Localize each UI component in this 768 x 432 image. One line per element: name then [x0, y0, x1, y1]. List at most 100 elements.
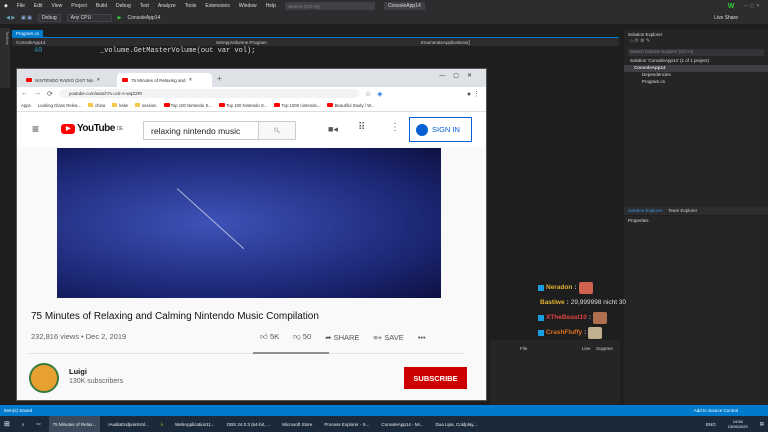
live-share-button[interactable]: Live Share	[714, 15, 738, 21]
taskbar-item-chrome-2[interactable]: IAudioEndpointVol...	[104, 416, 153, 432]
taskbar-item-vs[interactable]: ConsoleApp14 - Mi...	[377, 416, 427, 432]
window-controls[interactable]: — ▢ ✕	[743, 3, 760, 9]
divider	[27, 353, 464, 354]
tray-clock[interactable]: 14:56 13/06/2020	[724, 416, 752, 432]
start-button[interactable]: ⊞	[0, 416, 14, 432]
menu-debug[interactable]: Debug	[116, 3, 131, 9]
menu-edit[interactable]: Edit	[34, 3, 43, 9]
taskbar-item-webapp[interactable]: WebApplication11...	[171, 416, 219, 432]
col-suppress[interactable]: Suppres	[596, 346, 613, 351]
bookmark-label: Top 100 Nintendo S...	[170, 103, 212, 108]
taskbar-item-store[interactable]: Microsoft Store	[278, 416, 316, 432]
bookmark-folder[interactable]: kelw	[112, 103, 128, 108]
tab-solution-explorer[interactable]: Solution Explorer	[628, 208, 662, 213]
channel-avatar[interactable]	[29, 363, 59, 393]
se-search-input[interactable]: Search Solution Explorer (Ctrl+ü)	[628, 49, 764, 56]
taskbar-item-chrome[interactable]: 75 Minutes of Relax...	[48, 416, 101, 432]
tree-program-cs[interactable]: Program.cs	[624, 79, 768, 86]
nav-member[interactable]: EnumerateApplications()	[417, 40, 470, 45]
user-avatar[interactable]: W	[728, 3, 735, 10]
apps-grid-icon[interactable]: ⠿	[358, 122, 365, 133]
bookmark-folder[interactable]: china	[88, 103, 105, 108]
like-count: 5K	[269, 332, 280, 341]
col-line[interactable]: Line	[582, 346, 591, 351]
tree-project[interactable]: ConsoleApp14	[624, 65, 768, 72]
search-input[interactable]: relaxing nintendo music	[144, 126, 258, 136]
search-icon[interactable]: ⌕	[18, 416, 29, 432]
browser-tab-nintendo-radio[interactable]: NINTENDO RADIO (24/7 Nin ✕	[21, 73, 116, 87]
doc-tab-program[interactable]: Program.cs	[12, 30, 44, 37]
menu-analyze[interactable]: Analyze	[158, 3, 176, 9]
bookmark[interactable]: Top 100 Nintendo S...	[218, 103, 267, 108]
col-file[interactable]: File	[520, 346, 527, 351]
vs-search-input[interactable]: Search (Ctrl+Q)	[284, 2, 375, 10]
video-player[interactable]	[57, 148, 441, 298]
more-actions-icon[interactable]: •••	[418, 333, 426, 342]
window-controls[interactable]: —▢✕	[439, 72, 480, 79]
menu-tools[interactable]: Tools	[185, 3, 197, 9]
browser-tab-active[interactable]: 75 Minutes of Relaxing and ✕	[117, 73, 212, 87]
status-bar: Item(s) Saved Add to Source Control	[0, 405, 768, 416]
menu-view[interactable]: View	[52, 3, 63, 9]
extension-icon[interactable]: ◈	[377, 90, 382, 98]
save-icon[interactable]: ▣ ▣	[21, 15, 32, 21]
taskbar-lambda-icon[interactable]: λ	[157, 416, 167, 432]
forward-icon[interactable]: →	[34, 90, 41, 97]
tab-team-explorer[interactable]: Team Explorer	[668, 208, 697, 213]
notifications-icon[interactable]: ▤	[756, 416, 768, 432]
search-icon[interactable]: 🔍︎	[258, 122, 295, 139]
dislike-button[interactable]: 👎︎ 50	[293, 332, 311, 342]
video-title: 75 Minutes of Relaxing and Calming Ninte…	[31, 311, 319, 322]
tree-solution[interactable]: Solution 'ConsoleApp14' (1 of 1 project)	[624, 58, 768, 65]
star-icon[interactable]: ☆	[365, 90, 371, 98]
menu-extensions[interactable]: Extensions	[205, 3, 229, 9]
run-button[interactable]: ConsoleApp14	[128, 15, 161, 21]
bookmark-folder[interactable]: session	[134, 103, 157, 108]
menu-project[interactable]: Project	[71, 3, 87, 9]
youtube-logo[interactable]: ▶ YouTube DE	[61, 123, 123, 134]
menu-file[interactable]: File	[17, 3, 25, 9]
share-button[interactable]: ➦ SHARE	[325, 333, 359, 342]
subscribe-button[interactable]: SUBSCRIBE	[404, 367, 467, 389]
tray-lang[interactable]: ENG	[702, 416, 720, 432]
sign-in-button[interactable]: SIGN IN	[409, 117, 472, 142]
platform-dropdown[interactable]: Any CPU	[66, 14, 112, 22]
profile-icon[interactable]: ● ⋮	[467, 90, 480, 98]
menu-icon[interactable]: ≡	[32, 122, 39, 136]
folder-label: session	[141, 103, 157, 108]
toolbox-tab[interactable]: Toolbox	[0, 28, 10, 88]
bookmark[interactable]: Top 1000 nintendo...	[274, 103, 320, 108]
bookmark-apps[interactable]: Apps	[21, 103, 31, 108]
taskbar-item-obs[interactable]: OBS 24.0.3 (64-bit, ...	[223, 416, 275, 432]
bookmark[interactable]: Top 100 Nintendo S...	[163, 103, 212, 108]
bookmark[interactable]: Looking Glass Relea...	[38, 103, 81, 108]
chat-text: 29,999998 nicht 30	[570, 299, 627, 306]
folder-label: kelw	[119, 103, 128, 108]
back-icon[interactable]: ◀ ▶	[6, 15, 15, 21]
menu-build[interactable]: Build	[96, 3, 107, 9]
config-dropdown[interactable]: Debug	[37, 14, 61, 22]
channel-name[interactable]: Luigi	[69, 367, 123, 376]
more-icon[interactable]: ⋮	[390, 122, 400, 133]
save-button[interactable]: ≡+ SAVE	[373, 333, 403, 342]
new-tab-button[interactable]: +	[217, 74, 222, 83]
create-video-icon[interactable]: ■◂	[328, 124, 338, 135]
reload-icon[interactable]: ⟳	[47, 90, 53, 98]
like-button[interactable]: 👍︎ 5K	[260, 332, 279, 342]
nav-class[interactable]: SetAppVolumne.Program	[212, 40, 417, 45]
nav-project[interactable]: ConsoleApp14	[12, 40, 212, 45]
back-icon[interactable]: ←	[21, 90, 28, 97]
menu-help[interactable]: Help	[266, 3, 276, 9]
bookmark[interactable]: Beautiful Study / W...	[327, 103, 375, 108]
se-toolbar[interactable]: ⌂ ⟳ ⚙ ✎	[624, 38, 768, 47]
taskbar-item-process-explorer[interactable]: Process Explorer - S...	[320, 416, 373, 432]
source-control-button[interactable]: Add to Source Control	[694, 408, 738, 413]
menu-window[interactable]: Window	[239, 3, 257, 9]
taskbar-item-firefox[interactable]: Dua Lipa, Coldplay,...	[431, 416, 482, 432]
task-view-icon[interactable]: ▭	[32, 416, 44, 432]
code-line[interactable]: _volume.GetMasterVolume(out var vol);	[100, 47, 255, 55]
run-icon[interactable]: ▶	[118, 15, 122, 21]
url-input[interactable]: youtube.com/watch?v=oS-A-wqZ2RI	[58, 89, 359, 98]
tree-dependencies[interactable]: Dependencies	[624, 72, 768, 79]
menu-test[interactable]: Test	[140, 3, 149, 9]
